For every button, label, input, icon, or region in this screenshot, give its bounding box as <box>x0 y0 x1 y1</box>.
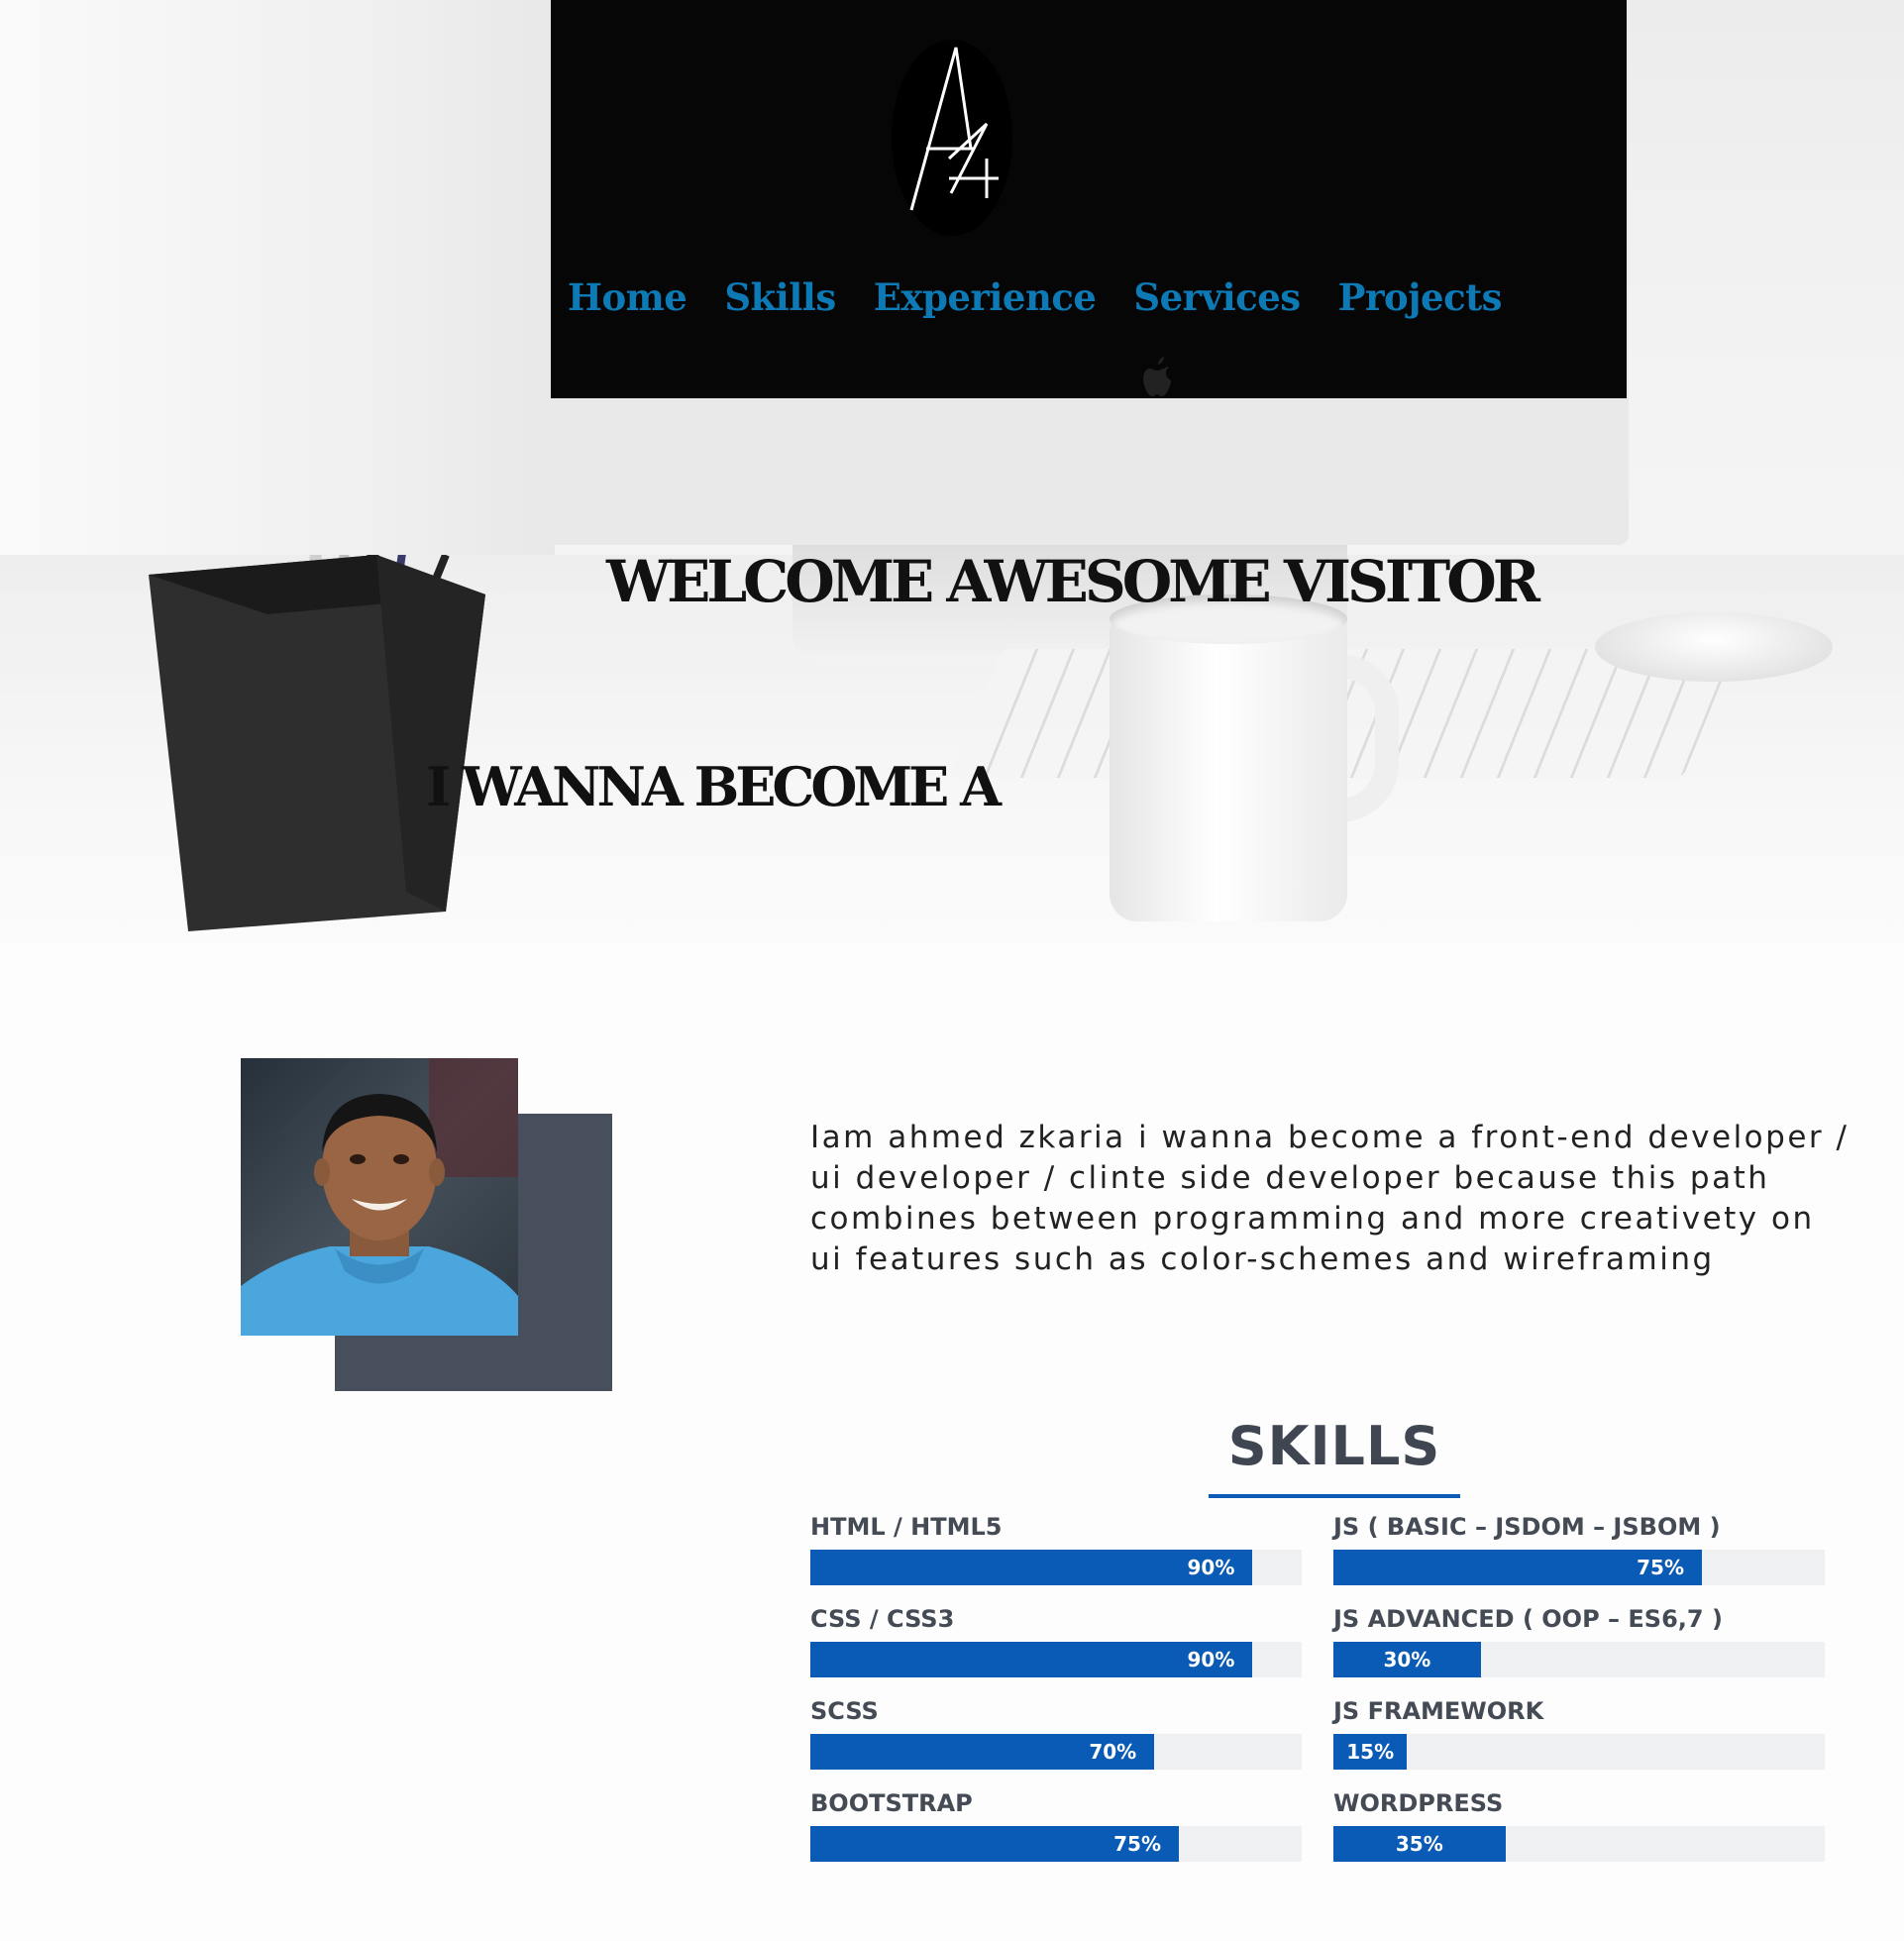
skill-item: WORDPRESS 35% <box>1333 1786 1825 1862</box>
skill-label: JS FRAMEWORK <box>1333 1697 1544 1725</box>
skills-heading: SKILLS <box>1227 1415 1441 1477</box>
skill-label: WORDPRESS <box>1333 1789 1504 1817</box>
skill-percent-label: 70% <box>1089 1740 1137 1764</box>
skills-heading-underline <box>1209 1494 1460 1498</box>
nav-skills[interactable]: Skills <box>724 275 836 319</box>
skill-label: BOOTSTRAP <box>810 1789 973 1817</box>
welcome-heading: WELCOME AWESOME VISITOR <box>606 548 1540 615</box>
skill-percent-label: 30% <box>1383 1648 1431 1671</box>
hero-monitor-screen <box>551 0 1627 398</box>
main-nav: Home Skills Experience Services Projects <box>568 275 1539 319</box>
skill-progress-track: 70% <box>810 1734 1302 1770</box>
coffee-mug-image <box>1110 594 1399 921</box>
typing-heading: I WANNA BECOME A <box>426 755 1002 818</box>
skill-item: HTML / HTML5 90% <box>810 1510 1302 1585</box>
hero-mouse <box>1595 612 1833 682</box>
profile-photo <box>241 1058 518 1336</box>
skill-percent-label: 75% <box>1637 1556 1684 1579</box>
skill-label: HTML / HTML5 <box>810 1513 1003 1541</box>
hero-background-window <box>0 0 555 614</box>
site-logo[interactable] <box>892 40 1012 236</box>
skill-item: JS FRAMEWORK 15% <box>1333 1694 1825 1770</box>
apple-logo-icon <box>1143 357 1171 396</box>
logo-monogram-icon <box>909 47 999 211</box>
person-portrait-icon <box>241 1058 518 1336</box>
nav-services[interactable]: Services <box>1133 275 1301 319</box>
skill-progress-fill: 75% <box>810 1826 1179 1862</box>
hero-section: Home Skills Experience Services Projects… <box>0 0 1904 943</box>
skill-progress-track: 75% <box>810 1826 1302 1862</box>
skill-progress-track: 90% <box>810 1550 1302 1585</box>
skill-item: BOOTSTRAP 75% <box>810 1786 1302 1862</box>
nav-home[interactable]: Home <box>568 275 688 319</box>
skill-percent-label: 90% <box>1187 1556 1235 1579</box>
skill-percent-label: 35% <box>1395 1832 1443 1856</box>
skill-progress-fill: 35% <box>1333 1826 1506 1862</box>
pen-holder-image <box>149 555 485 931</box>
skill-progress-track: 90% <box>810 1642 1302 1677</box>
nav-experience[interactable]: Experience <box>874 275 1097 319</box>
skill-progress-track: 75% <box>1333 1550 1825 1585</box>
skill-item: JS ADVANCED ( OOP – ES6,7 ) 30% <box>1333 1602 1825 1677</box>
skill-label: JS ( BASIC – JSDOM – JSBOM ) <box>1333 1513 1721 1541</box>
skill-progress-fill: 90% <box>810 1550 1253 1585</box>
skill-progress-track: 35% <box>1333 1826 1825 1862</box>
skill-item: SCSS 70% <box>810 1694 1302 1770</box>
skill-percent-label: 15% <box>1346 1740 1395 1764</box>
skill-item: CSS / CSS3 90% <box>810 1602 1302 1677</box>
bio-text: Iam ahmed zkaria i wanna become a front-… <box>810 1120 1850 1277</box>
mug-body <box>1110 614 1347 921</box>
skill-progress-fill: 30% <box>1333 1642 1481 1677</box>
skill-label: CSS / CSS3 <box>810 1605 955 1633</box>
skill-percent-label: 90% <box>1187 1648 1235 1671</box>
skill-progress-fill: 75% <box>1333 1550 1702 1585</box>
skill-percent-label: 75% <box>1113 1832 1161 1856</box>
skill-progress-fill: 15% <box>1333 1734 1408 1770</box>
skill-progress-fill: 70% <box>810 1734 1155 1770</box>
nav-projects[interactable]: Projects <box>1338 275 1503 319</box>
skill-label: SCSS <box>810 1697 879 1725</box>
skill-progress-fill: 90% <box>810 1642 1253 1677</box>
skill-progress-track: 30% <box>1333 1642 1825 1677</box>
skill-item: JS ( BASIC – JSDOM – JSBOM ) 75% <box>1333 1510 1825 1585</box>
skill-label: JS ADVANCED ( OOP – ES6,7 ) <box>1333 1605 1723 1633</box>
skill-progress-track: 15% <box>1333 1734 1825 1770</box>
